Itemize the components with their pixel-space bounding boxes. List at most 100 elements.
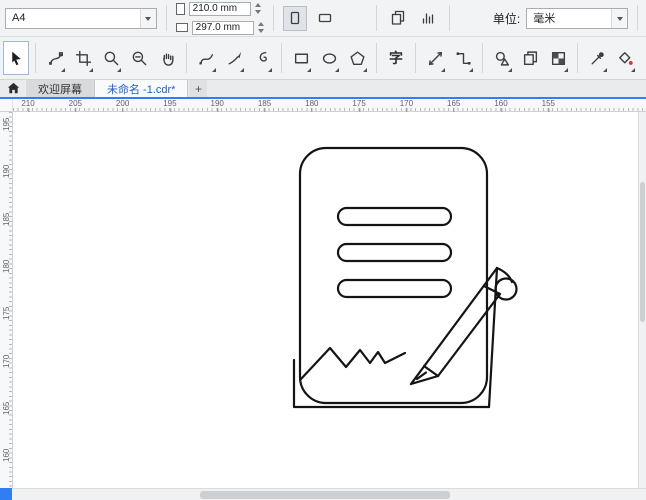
units-select[interactable]: 毫米 <box>526 7 628 29</box>
copy-pages-icon <box>523 50 537 65</box>
current-page-button[interactable] <box>416 6 440 31</box>
b-spline-tool[interactable] <box>249 41 275 75</box>
freehand-tool[interactable] <box>193 41 219 75</box>
units-value: 毫米 <box>533 13 556 25</box>
color-eyedropper-tool[interactable] <box>584 41 610 75</box>
connector-icon <box>456 51 471 65</box>
orientation-portrait-button[interactable] <box>282 5 307 31</box>
h-ruler-label: 200 <box>115 99 130 112</box>
ellipse-icon <box>322 52 336 64</box>
units-label: 单位: <box>492 11 521 26</box>
separator <box>482 43 483 73</box>
v-ruler-label: 175 <box>2 306 11 321</box>
separator <box>448 5 450 31</box>
chevron-down-icon <box>139 8 156 28</box>
v-ruler: 195 190 185 180 175 170 165 160 <box>0 112 13 488</box>
document-navigator-button[interactable] <box>0 488 12 500</box>
h-ruler-label: 175 <box>352 99 366 112</box>
common-shapes-tool[interactable] <box>489 41 515 75</box>
portrait-icon <box>290 11 299 25</box>
separator <box>186 43 187 73</box>
connector-tool[interactable] <box>450 41 476 75</box>
v-ruler-label: 165 <box>2 401 11 415</box>
copy-tool[interactable] <box>517 41 543 75</box>
horizontal-scrollbar[interactable] <box>0 488 646 500</box>
text-line-1 <box>336 206 453 227</box>
shape-tool[interactable] <box>42 41 68 75</box>
tab-welcome-screen[interactable]: 欢迎屏幕 <box>26 80 95 97</box>
tab-label: 未命名 -1.cdr* <box>107 83 176 96</box>
h-ruler-label: 160 <box>494 99 508 112</box>
h-ruler-label: 210 <box>21 99 35 112</box>
landscape-icon <box>318 13 331 23</box>
home-tab-button[interactable] <box>0 80 26 97</box>
all-pages-button[interactable] <box>386 6 410 31</box>
pan-tool[interactable] <box>154 41 180 75</box>
pick-tool[interactable] <box>3 41 29 75</box>
ellipse-tool[interactable] <box>316 41 342 75</box>
new-document-tab-button[interactable]: + <box>189 80 208 97</box>
crop-tool[interactable] <box>70 41 96 75</box>
pen-loop <box>494 277 518 301</box>
rectangle-icon <box>294 53 308 63</box>
page-width-input[interactable] <box>188 1 251 16</box>
text-line-2 <box>336 242 453 263</box>
v-ruler-label: 190 <box>2 164 11 179</box>
h-ruler-label: 170 <box>399 99 414 112</box>
text-tool[interactable]: 字 <box>383 41 409 75</box>
polygon-tool[interactable] <box>344 41 370 75</box>
eyedropper-icon <box>590 51 604 65</box>
home-icon <box>7 82 19 94</box>
brush-icon <box>227 51 241 65</box>
zoom-out-tool[interactable] <box>126 41 152 75</box>
portrait-page-icon <box>175 2 185 15</box>
h-ruler-label: 180 <box>305 99 319 112</box>
page-height-input[interactable] <box>191 20 254 35</box>
pencil-collar <box>422 364 440 378</box>
interactive-fill-tool[interactable] <box>612 41 638 75</box>
width-spinner[interactable] <box>254 0 261 17</box>
page-size-select[interactable]: A4 <box>5 7 157 29</box>
separator <box>281 43 282 73</box>
separator <box>272 5 274 31</box>
tab-untitled-document[interactable]: 未命名 -1.cdr* <box>95 80 189 97</box>
paper-outline <box>298 146 489 405</box>
v-ruler-label: 195 <box>2 117 11 131</box>
outline-pen-tool[interactable] <box>640 41 646 75</box>
h-ruler-label: 155 <box>541 99 555 112</box>
h-ruler-label: 190 <box>210 99 224 112</box>
transparency-tool[interactable] <box>545 41 571 75</box>
separator <box>376 43 377 73</box>
separator <box>165 5 167 31</box>
offset-border <box>292 358 491 409</box>
property-bar: A4 210.0 mm 297.0 mm 单位: 毫米 <box>0 0 646 37</box>
text-line-3 <box>336 278 453 299</box>
h-ruler-label: 165 <box>447 99 461 112</box>
freehand-curve-icon <box>198 53 213 64</box>
vertical-scroll-thumb[interactable] <box>640 182 645 322</box>
h-ruler: 210 205 200 195 190 185 180 175 170 165 160 155 <box>13 99 646 112</box>
zoom-tool[interactable] <box>98 41 124 75</box>
ruler-corner <box>0 99 13 112</box>
horizontal-scroll-thumb[interactable] <box>200 491 450 499</box>
h-ruler-label: 185 <box>257 99 272 112</box>
height-spinner[interactable] <box>257 19 264 36</box>
rectangle-tool[interactable] <box>288 41 314 75</box>
coreldraw-window: A4 210.0 mm 297.0 mm 单位: 毫米 字 欢迎屏幕 未命名 -… <box>0 0 646 500</box>
checkerboard-icon <box>551 51 565 65</box>
separator <box>375 5 377 31</box>
vertical-scrollbar[interactable] <box>638 112 646 488</box>
separator <box>35 43 36 73</box>
polygon-icon <box>349 50 365 65</box>
artistic-media-tool[interactable] <box>221 41 247 75</box>
h-ruler-label: 195 <box>163 99 177 112</box>
separator <box>415 43 416 73</box>
orientation-landscape-button[interactable] <box>313 6 337 31</box>
text-tool-glyph: 字 <box>389 50 403 66</box>
drawing-canvas[interactable] <box>13 112 638 488</box>
pick-cursor-icon <box>11 51 21 65</box>
document-pencil-drawing[interactable] <box>283 136 533 421</box>
v-ruler-label: 180 <box>2 259 11 273</box>
h-ruler-label: 205 <box>68 99 82 112</box>
parallel-dimension-tool[interactable] <box>422 41 448 75</box>
